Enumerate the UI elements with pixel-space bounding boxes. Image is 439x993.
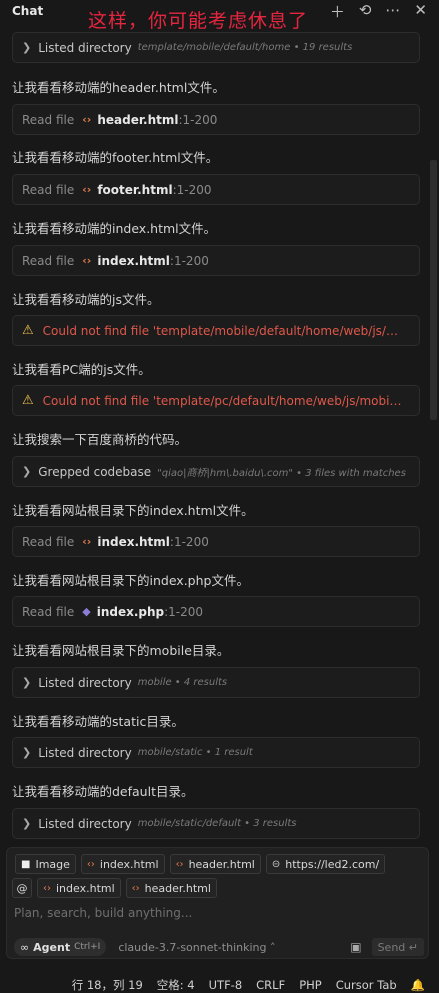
- tool-card-error[interactable]: ⚠ Could not find file 'template/pc/defau…: [12, 385, 420, 416]
- agent-mode-button[interactable]: ∞ Agent Ctrl+I: [14, 938, 107, 956]
- context-chips: ■ Image ‹› index.html ‹› header.html ⊝ h…: [15, 854, 386, 874]
- tool-card-listed-directory[interactable]: ❯ Listed directory mobile • 4 results: [12, 667, 420, 698]
- overlay-annotation: 这样，你可能考虑休息了: [88, 10, 309, 32]
- assistant-message: 让我看看移动端的footer.html文件。: [12, 150, 219, 165]
- php-icon: ◆: [82, 605, 91, 618]
- assistant-message: 让我看看网站根目录下的index.php文件。: [12, 573, 249, 588]
- enter-icon: ↵: [405, 940, 418, 954]
- chevron-up-icon: ˄: [269, 940, 276, 954]
- chat-header: Chat 这样，你可能考虑休息了 ＋ ⟲ ⋯ ✕: [0, 0, 439, 32]
- chevron-right-icon: ❯: [22, 676, 32, 689]
- close-icon[interactable]: ✕: [414, 1, 427, 22]
- infinity-icon: ∞: [20, 940, 30, 954]
- tool-card-read-file[interactable]: Read file ‹› index.html :1-200: [12, 245, 420, 276]
- code-icon: ‹›: [82, 535, 92, 548]
- assistant-message: 让我看看移动端的static目录。: [12, 714, 184, 729]
- composer-toolbar: ∞ Agent Ctrl+I claude-3.7-sonnet-thinkin…: [14, 937, 424, 957]
- file-chip-header-html[interactable]: ‹› header.html: [125, 878, 217, 898]
- assistant-message: 让我看看移动端的index.html文件。: [12, 221, 217, 236]
- send-button[interactable]: Send ↵: [371, 938, 424, 956]
- assistant-message: 让我看看移动端的js文件。: [12, 292, 160, 307]
- image-upload-icon[interactable]: ▣: [350, 940, 361, 954]
- add-context-button[interactable]: @: [12, 878, 32, 898]
- warning-icon: ⚠: [22, 393, 34, 408]
- code-icon: ‹›: [86, 858, 95, 870]
- status-cursor-position[interactable]: 行 18，列 19: [72, 977, 143, 993]
- status-indentation[interactable]: 空格: 4: [157, 977, 195, 993]
- chevron-right-icon: ❯: [22, 817, 32, 830]
- status-encoding[interactable]: UTF-8: [209, 978, 243, 992]
- chat-scrollbar[interactable]: [430, 160, 437, 420]
- link-icon: ⊝: [271, 858, 281, 870]
- status-eol[interactable]: CRLF: [256, 978, 285, 992]
- context-chip-header-html[interactable]: ‹› header.html: [169, 854, 261, 874]
- code-icon: ‹›: [82, 254, 92, 267]
- code-icon: ‹›: [82, 113, 92, 126]
- file-chip-index-html[interactable]: ‹› index.html: [37, 878, 121, 898]
- notifications-icon[interactable]: 🔔: [411, 978, 425, 992]
- context-chip-link[interactable]: ⊝ https://led2.com/: [265, 854, 386, 874]
- assistant-message: 让我看看PC端的js文件。: [12, 362, 151, 377]
- chevron-right-icon: ❯: [22, 41, 32, 54]
- model-selector[interactable]: claude-3.7-sonnet-thinking ˄: [118, 941, 275, 954]
- assistant-message: 让我看看网站根目录下的index.html文件。: [12, 503, 254, 518]
- tool-card-read-file[interactable]: Read file ‹› header.html :1-200: [12, 104, 420, 135]
- assistant-message: 让我搜索一下百度商桥的代码。: [12, 432, 188, 447]
- context-chip-image[interactable]: ■ Image: [15, 854, 76, 874]
- code-icon: ‹›: [82, 183, 92, 196]
- header-icons: ＋ ⟲ ⋯ ✕: [330, 1, 427, 22]
- tool-card-read-file[interactable]: Read file ◆ index.php :1-200: [12, 596, 420, 627]
- composer: ■ Image ‹› index.html ‹› header.html ⊝ h…: [6, 847, 429, 959]
- history-icon[interactable]: ⟲: [359, 1, 372, 22]
- assistant-message: 让我看看网站根目录下的mobile目录。: [12, 643, 230, 658]
- chat-title: Chat: [12, 4, 44, 18]
- tool-card-read-file[interactable]: Read file ‹› footer.html :1-200: [12, 174, 420, 205]
- code-icon: ‹›: [175, 858, 184, 870]
- tool-card-listed-directory[interactable]: ❯ Listed directory template/mobile/defau…: [12, 32, 420, 63]
- chevron-right-icon: ❯: [22, 746, 32, 759]
- warning-icon: ⚠: [22, 323, 34, 338]
- assistant-message: 让我看看移动端的header.html文件。: [12, 80, 225, 95]
- chevron-right-icon: ❯: [22, 465, 32, 478]
- chat-history[interactable]: ❯ Listed directory template/mobile/defau…: [0, 30, 430, 848]
- assistant-message: 让我看看移动端的default目录。: [12, 784, 194, 799]
- tool-card-listed-directory[interactable]: ❯ Listed directory mobile/static/default…: [12, 808, 420, 839]
- file-chips: @ ‹› index.html ‹› header.html: [12, 878, 217, 898]
- code-icon: ‹›: [43, 882, 51, 894]
- prompt-input[interactable]: Plan, search, build anything...: [14, 906, 192, 920]
- tool-card-error[interactable]: ⚠ Could not find file 'template/mobile/d…: [12, 315, 420, 346]
- status-language[interactable]: PHP: [299, 978, 322, 992]
- more-icon[interactable]: ⋯: [385, 1, 400, 22]
- code-icon: ‹›: [131, 882, 140, 894]
- context-chip-index-html[interactable]: ‹› index.html: [80, 854, 165, 874]
- status-bar: 行 18，列 19 空格: 4 UTF-8 CRLF PHP Cursor Ta…: [0, 976, 439, 993]
- tool-card-listed-directory[interactable]: ❯ Listed directory mobile/static • 1 res…: [12, 737, 420, 768]
- plus-icon[interactable]: ＋: [330, 1, 345, 22]
- status-cursor-tab[interactable]: Cursor Tab: [336, 978, 397, 992]
- tool-card-read-file[interactable]: Read file ‹› index.html :1-200: [12, 526, 420, 557]
- tool-card-grepped-codebase[interactable]: ❯ Grepped codebase "qiao|商桥|hm\.baidu\.c…: [12, 456, 420, 487]
- image-icon: ■: [21, 858, 31, 870]
